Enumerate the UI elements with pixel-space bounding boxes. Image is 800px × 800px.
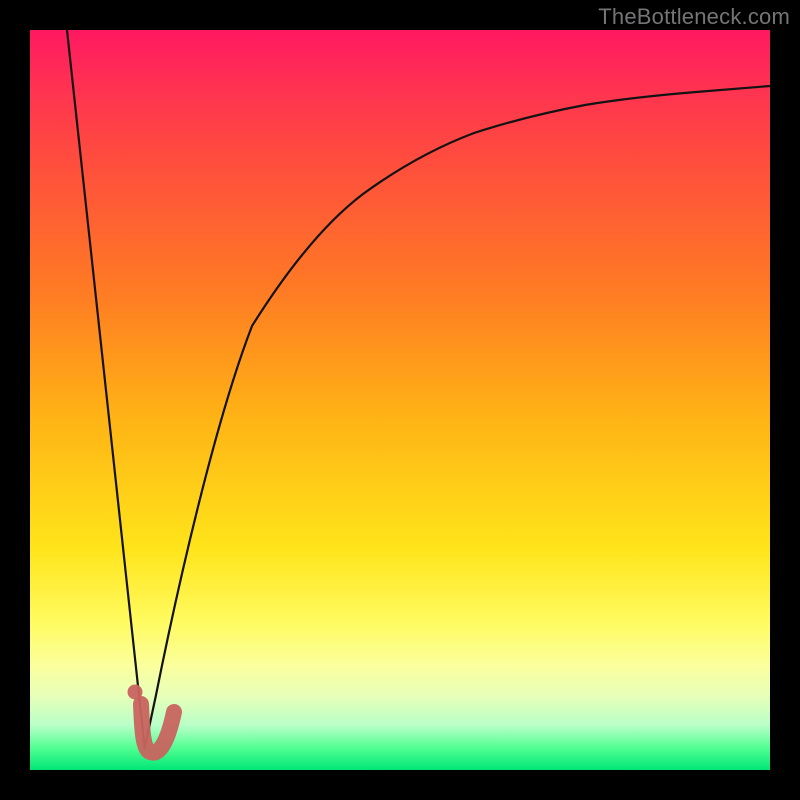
chart-frame: TheBottleneck.com [0,0,800,800]
curve-left-branch [67,30,145,748]
chart-svg [30,30,770,770]
plot-area [30,30,770,770]
optimum-marker-hook [141,704,174,753]
watermark-text: TheBottleneck.com [598,4,790,30]
curve-right-branch [145,86,770,748]
optimum-marker-dot [128,685,143,700]
